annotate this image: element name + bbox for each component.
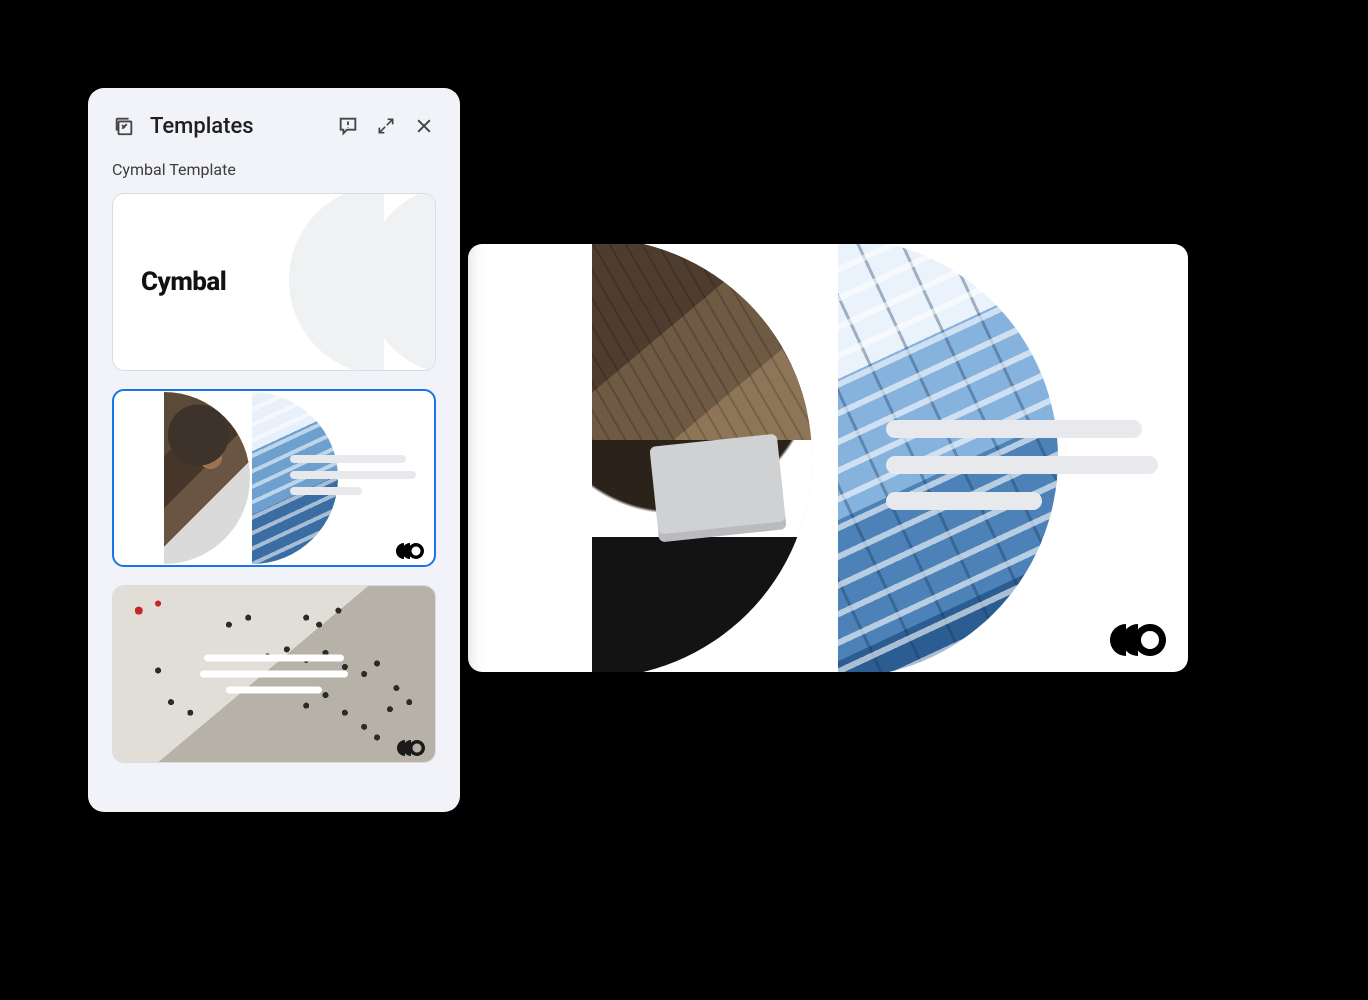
cymbal-mark-icon [1110,624,1166,656]
templates-panel: Templates Cymbal Template Cymbal [88,88,460,812]
cymbal-deco-icon [289,193,436,371]
cymbal-mark-icon [396,543,424,559]
panel-subtitle: Cymbal Template [112,160,436,179]
close-icon[interactable] [412,114,436,138]
feedback-icon[interactable] [336,114,360,138]
template-card-title-slide[interactable]: Cymbal [112,193,436,371]
cymbal-mark-icon [397,740,425,756]
slide-text-placeholder [886,420,1158,510]
slide-preview [468,244,1188,672]
templates-icon [112,114,136,138]
template-card-content-two-image[interactable] [112,389,436,567]
template-card-section-header[interactable] [112,585,436,763]
card-text-placeholder [290,455,416,495]
panel-title: Templates [150,114,254,139]
card-text-placeholder [200,655,348,694]
panel-header: Templates [112,112,436,140]
brand-wordmark: Cymbal [141,267,226,297]
expand-icon[interactable] [374,114,398,138]
